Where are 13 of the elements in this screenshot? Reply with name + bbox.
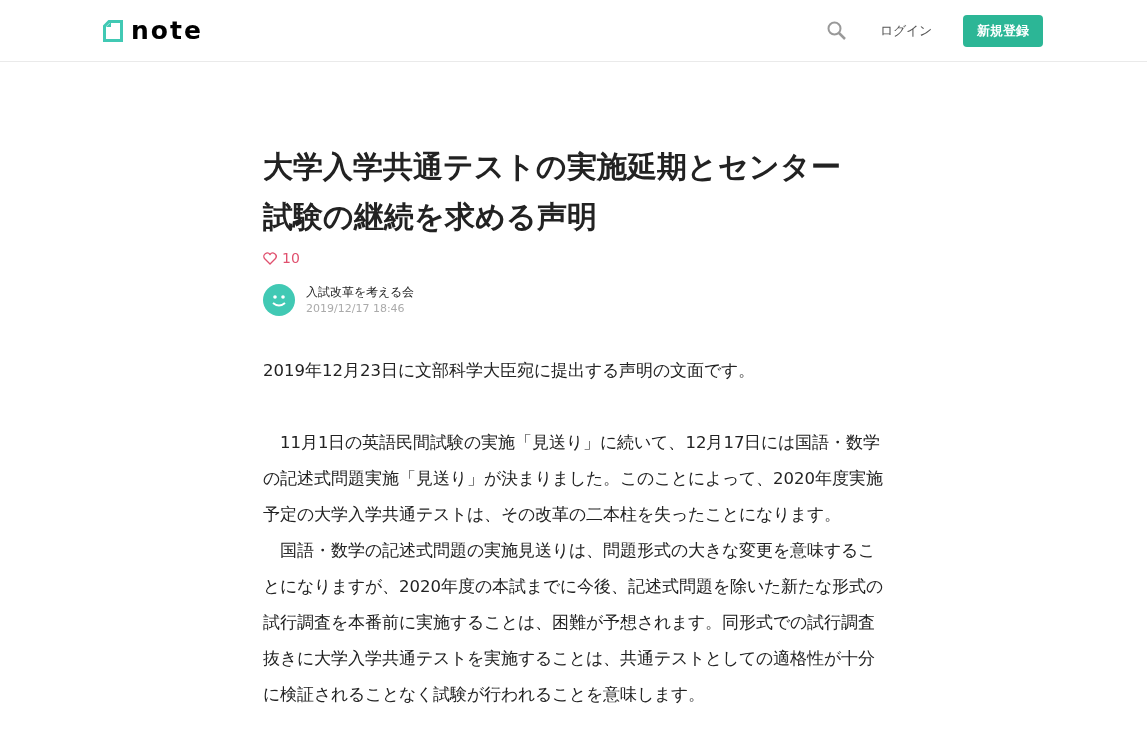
search-icon[interactable]	[827, 21, 846, 40]
article-title: 大学入学共通テストの実施延期とセンター試験の継続を求める声明	[263, 148, 842, 236]
author-name[interactable]: 入試改革を考える会	[306, 283, 414, 301]
heart-icon[interactable]	[263, 252, 277, 265]
body-paragraph: 11月1日の英語民間試験の実施「見送り」に続いて、12月17日には国語・数学の記述式問題実施「見送り」が決まりました。このことによって、2020年度実施予定の大学入学共通テストは、その改革の二本柱を失ったことになります。	[263, 432, 883, 526]
logo-icon	[103, 19, 123, 42]
post-date: 2019/12/17 18:46	[306, 301, 406, 317]
logo-wordmark[interactable]: note	[131, 18, 203, 43]
avatar-icon[interactable]	[263, 284, 295, 316]
body-paragraph: 国語・数学の記述式問題の実施見送りは、問題形式の大きな変更を意味することになりますが、2020年度の本試までに今後、記述式問題を除いた新たな形式の試行調査を本番前に実施することは、困難が予想されます。同形式での試行調査抜きに大学入学共通テストを実施することは、共通テストとしての適格性が十分に検証されることなく試験が行われることを意味します。	[263, 540, 883, 706]
like-count: 10	[282, 249, 300, 268]
login-link[interactable]: ログイン	[880, 20, 932, 41]
body-paragraph: 2019年12月23日に文部科学大臣宛に提出する声明の文面です。	[263, 360, 756, 382]
